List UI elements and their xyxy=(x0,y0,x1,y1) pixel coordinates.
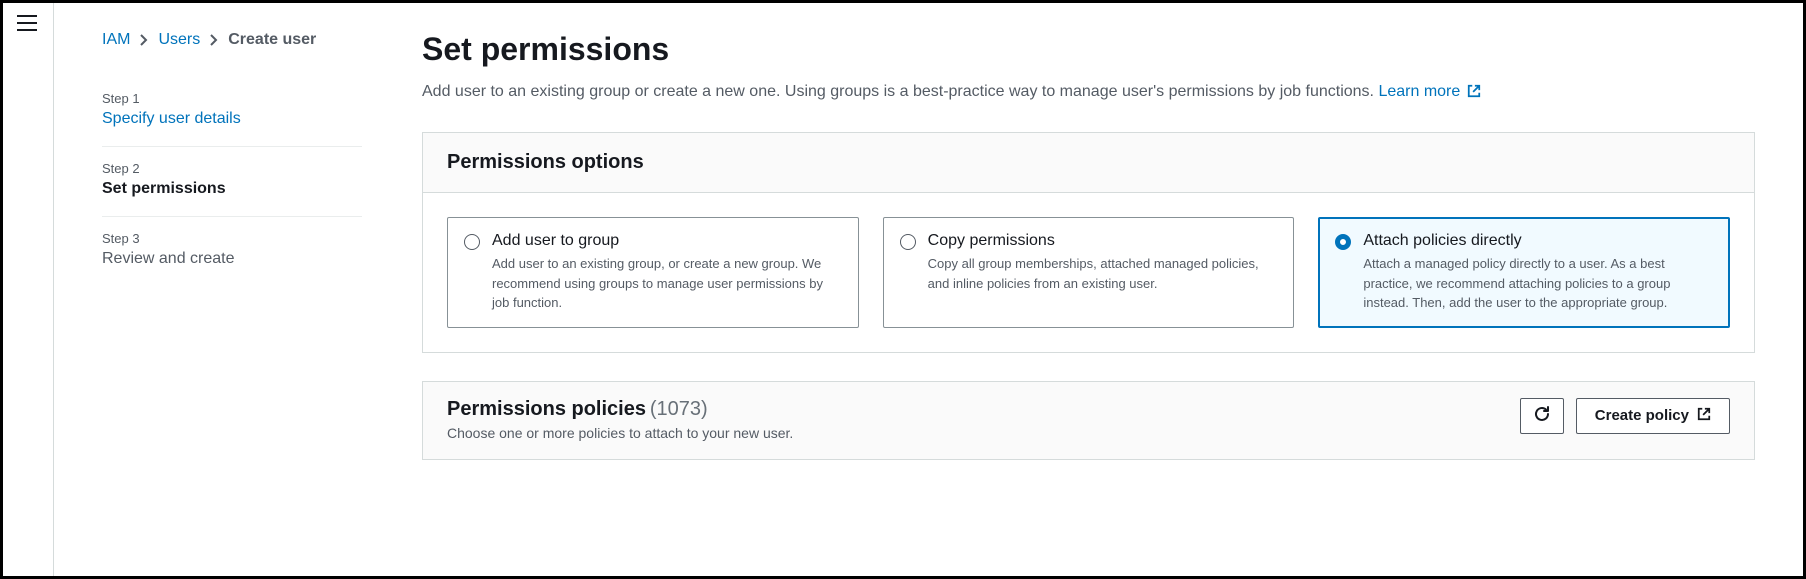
option-title: Add user to group xyxy=(492,232,842,250)
button-label: Create policy xyxy=(1595,407,1689,424)
wizard-step-3: Step 3 Review and create xyxy=(102,217,362,286)
step-label: Step 1 xyxy=(102,91,362,106)
subtitle-text: Add user to an existing group or create … xyxy=(422,83,1378,100)
wizard-step-2: Step 2 Set permissions xyxy=(102,147,362,217)
external-link-icon xyxy=(1697,407,1711,425)
radio-icon xyxy=(1335,234,1351,250)
policies-title: Permissions policies xyxy=(447,398,646,420)
refresh-button[interactable] xyxy=(1520,398,1564,434)
step-label: Step 2 xyxy=(102,161,362,176)
panel-header: Permissions options xyxy=(423,133,1754,193)
create-policy-button[interactable]: Create policy xyxy=(1576,398,1730,434)
breadcrumb-iam[interactable]: IAM xyxy=(102,31,130,49)
page-title: Set permissions xyxy=(422,31,1755,68)
policies-count: (1073) xyxy=(650,398,708,420)
panel-title: Permissions options xyxy=(447,151,1730,174)
permissions-policies-panel: Permissions policies (1073) Choose one o… xyxy=(422,381,1755,460)
option-title: Copy permissions xyxy=(928,232,1278,250)
radio-icon xyxy=(900,234,916,250)
hamburger-icon[interactable] xyxy=(17,15,37,31)
option-title: Attach policies directly xyxy=(1363,232,1713,250)
wizard-step-1[interactable]: Step 1 Specify user details xyxy=(102,77,362,147)
vertical-divider xyxy=(53,3,54,576)
option-copy-permissions[interactable]: Copy permissions Copy all group membersh… xyxy=(883,217,1295,328)
option-attach-directly[interactable]: Attach policies directly Attach a manage… xyxy=(1318,217,1730,328)
page-subtitle: Add user to an existing group or create … xyxy=(422,80,1755,104)
step-title: Review and create xyxy=(102,250,362,268)
chevron-right-icon xyxy=(140,34,148,46)
option-description: Add user to an existing group, or create… xyxy=(492,254,842,313)
breadcrumb-users[interactable]: Users xyxy=(158,31,200,49)
option-add-to-group[interactable]: Add user to group Add user to an existin… xyxy=(447,217,859,328)
permissions-options-panel: Permissions options Add user to group Ad… xyxy=(422,132,1755,353)
step-title: Specify user details xyxy=(102,110,362,128)
learn-more-link[interactable]: Learn more xyxy=(1378,83,1480,100)
external-link-icon xyxy=(1467,84,1481,98)
option-description: Attach a managed policy directly to a us… xyxy=(1363,254,1713,313)
step-title: Set permissions xyxy=(102,180,362,198)
radio-icon xyxy=(464,234,480,250)
chevron-right-icon xyxy=(210,34,218,46)
policies-hint: Choose one or more policies to attach to… xyxy=(447,425,793,441)
breadcrumb: IAM Users Create user xyxy=(102,31,362,49)
step-label: Step 3 xyxy=(102,231,362,246)
refresh-icon xyxy=(1533,405,1551,427)
breadcrumb-current: Create user xyxy=(228,31,316,49)
option-description: Copy all group memberships, attached man… xyxy=(928,254,1278,293)
